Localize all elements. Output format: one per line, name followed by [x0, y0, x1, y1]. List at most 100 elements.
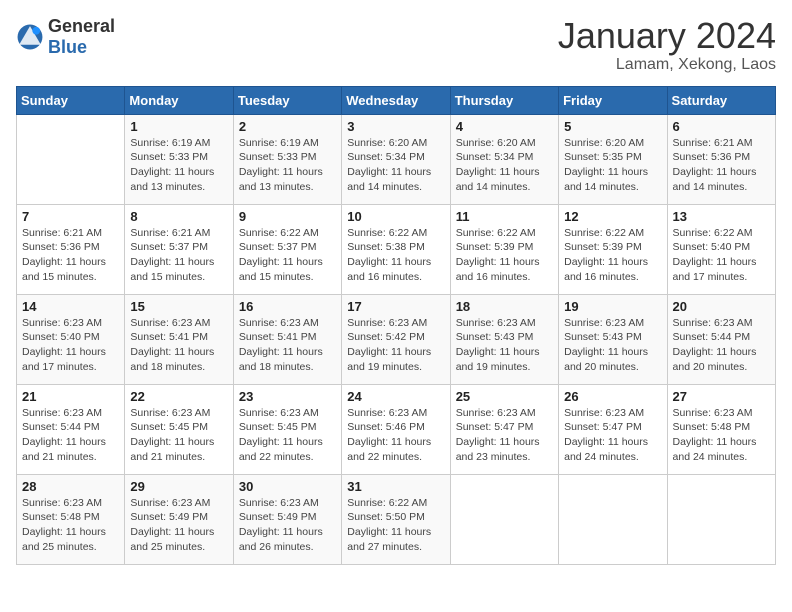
day-info: Sunrise: 6:20 AMSunset: 5:34 PMDaylight:…	[456, 136, 553, 195]
day-info: Sunrise: 6:23 AMSunset: 5:46 PMDaylight:…	[347, 406, 444, 465]
day-number: 17	[347, 299, 444, 314]
day-number: 2	[239, 119, 336, 134]
calendar-cell: 1Sunrise: 6:19 AMSunset: 5:33 PMDaylight…	[125, 114, 233, 204]
header-row: SundayMondayTuesdayWednesdayThursdayFrid…	[17, 86, 776, 114]
calendar-cell: 16 Sunrise: 6:23 AMSunset: 5:41 PMDayligh…	[233, 294, 341, 384]
month-title: January 2024	[558, 16, 776, 56]
day-info: Sunrise: 6:22 AMSunset: 5:37 PMDaylight:…	[239, 226, 336, 285]
day-number: 27	[673, 389, 770, 404]
day-number: 13	[673, 209, 770, 224]
calendar-cell: 26Sunrise: 6:23 AMSunset: 5:47 PMDayligh…	[559, 384, 667, 474]
calendar-cell: 12 Sunrise: 6:22 AMSunset: 5:39 PMDayligh…	[559, 204, 667, 294]
calendar-week-1: 1Sunrise: 6:19 AMSunset: 5:33 PMDaylight…	[17, 114, 776, 204]
day-info: Sunrise: 6:19 AMSunset: 5:33 PMDaylight:…	[239, 136, 336, 195]
header-cell-saturday: Saturday	[667, 86, 775, 114]
day-info: Sunrise: 6:22 AMSunset: 5:39 PMDaylight:…	[564, 226, 661, 285]
calendar-week-2: 7 Sunrise: 6:21 AMSunset: 5:36 PMDaylight…	[17, 204, 776, 294]
day-info: Sunrise: 6:23 AMSunset: 5:44 PMDaylight:…	[673, 316, 770, 375]
day-number: 9	[239, 209, 336, 224]
calendar-cell: 18 Sunrise: 6:23 AMSunset: 5:43 PMDayligh…	[450, 294, 558, 384]
day-info: Sunrise: 6:22 AMSunset: 5:39 PMDaylight:…	[456, 226, 553, 285]
calendar-table: SundayMondayTuesdayWednesdayThursdayFrid…	[16, 86, 776, 565]
day-info: Sunrise: 6:20 AMSunset: 5:35 PMDaylight:…	[564, 136, 661, 195]
calendar-cell: 4 Sunrise: 6:20 AMSunset: 5:34 PMDaylight…	[450, 114, 558, 204]
day-info: Sunrise: 6:23 AMSunset: 5:45 PMDaylight:…	[130, 406, 227, 465]
day-info: Sunrise: 6:23 AMSunset: 5:47 PMDaylight:…	[456, 406, 553, 465]
day-number: 30	[239, 479, 336, 494]
calendar-cell: 7 Sunrise: 6:21 AMSunset: 5:36 PMDaylight…	[17, 204, 125, 294]
calendar-cell: 6 Sunrise: 6:21 AMSunset: 5:36 PMDaylight…	[667, 114, 775, 204]
calendar-cell: 21 Sunrise: 6:23 AMSunset: 5:44 PMDayligh…	[17, 384, 125, 474]
header-cell-wednesday: Wednesday	[342, 86, 450, 114]
day-number: 12	[564, 209, 661, 224]
day-info: Sunrise: 6:20 AMSunset: 5:34 PMDaylight:…	[347, 136, 444, 195]
day-info: Sunrise: 6:21 AMSunset: 5:36 PMDaylight:…	[673, 136, 770, 195]
day-number: 15	[130, 299, 227, 314]
day-info: Sunrise: 6:23 AMSunset: 5:43 PMDaylight:…	[564, 316, 661, 375]
header-cell-thursday: Thursday	[450, 86, 558, 114]
day-number: 29	[130, 479, 227, 494]
day-number: 21	[22, 389, 119, 404]
calendar-cell: 2 Sunrise: 6:19 AMSunset: 5:33 PMDaylight…	[233, 114, 341, 204]
calendar-cell: 28Sunrise: 6:23 AMSunset: 5:48 PMDayligh…	[17, 474, 125, 564]
day-number: 8	[130, 209, 227, 224]
day-number: 11	[456, 209, 553, 224]
day-number: 22	[130, 389, 227, 404]
day-number: 3	[347, 119, 444, 134]
calendar-cell: 11 Sunrise: 6:22 AMSunset: 5:39 PMDayligh…	[450, 204, 558, 294]
day-info: Sunrise: 6:23 AMSunset: 5:44 PMDaylight:…	[22, 406, 119, 465]
calendar-cell: 5 Sunrise: 6:20 AMSunset: 5:35 PMDaylight…	[559, 114, 667, 204]
day-info: Sunrise: 6:23 AMSunset: 5:41 PMDaylight:…	[239, 316, 336, 375]
day-info: Sunrise: 6:23 AMSunset: 5:42 PMDaylight:…	[347, 316, 444, 375]
calendar-cell	[450, 474, 558, 564]
day-info: Sunrise: 6:23 AMSunset: 5:47 PMDaylight:…	[564, 406, 661, 465]
calendar-cell: 22 Sunrise: 6:23 AMSunset: 5:45 PMDayligh…	[125, 384, 233, 474]
calendar-cell: 17 Sunrise: 6:23 AMSunset: 5:42 PMDayligh…	[342, 294, 450, 384]
day-info: Sunrise: 6:23 AMSunset: 5:49 PMDaylight:…	[130, 496, 227, 555]
calendar-cell	[17, 114, 125, 204]
day-number: 18	[456, 299, 553, 314]
header-cell-monday: Monday	[125, 86, 233, 114]
calendar-cell: 29 Sunrise: 6:23 AMSunset: 5:49 PMDayligh…	[125, 474, 233, 564]
title-block: January 2024 Lamam, Xekong, Laos	[558, 16, 776, 74]
day-number: 16	[239, 299, 336, 314]
day-info: Sunrise: 6:23 AMSunset: 5:49 PMDaylight:…	[239, 496, 336, 555]
day-info: Sunrise: 6:23 AMSunset: 5:45 PMDaylight:…	[239, 406, 336, 465]
calendar-cell: 13 Sunrise: 6:22 AMSunset: 5:40 PMDayligh…	[667, 204, 775, 294]
calendar-cell: 9 Sunrise: 6:22 AMSunset: 5:37 PMDaylight…	[233, 204, 341, 294]
calendar-cell: 19 Sunrise: 6:23 AMSunset: 5:43 PMDayligh…	[559, 294, 667, 384]
day-number: 20	[673, 299, 770, 314]
calendar-cell: 27 Sunrise: 6:23 AMSunset: 5:48 PMDayligh…	[667, 384, 775, 474]
day-number: 6	[673, 119, 770, 134]
calendar-cell: 23Sunrise: 6:23 AMSunset: 5:45 PMDayligh…	[233, 384, 341, 474]
day-number: 10	[347, 209, 444, 224]
calendar-cell: 10 Sunrise: 6:22 AMSunset: 5:38 PMDayligh…	[342, 204, 450, 294]
day-info: Sunrise: 6:22 AMSunset: 5:40 PMDaylight:…	[673, 226, 770, 285]
calendar-cell: 25 Sunrise: 6:23 AMSunset: 5:47 PMDayligh…	[450, 384, 558, 474]
day-info: Sunrise: 6:23 AMSunset: 5:48 PMDaylight:…	[673, 406, 770, 465]
location-title: Lamam, Xekong, Laos	[558, 56, 776, 74]
calendar-cell: 8Sunrise: 6:21 AMSunset: 5:37 PMDaylight…	[125, 204, 233, 294]
day-number: 24	[347, 389, 444, 404]
header-cell-sunday: Sunday	[17, 86, 125, 114]
logo-icon	[16, 23, 44, 51]
calendar-cell	[667, 474, 775, 564]
logo-text: General Blue	[48, 16, 115, 58]
day-info: Sunrise: 6:23 AMSunset: 5:40 PMDaylight:…	[22, 316, 119, 375]
day-number: 25	[456, 389, 553, 404]
calendar-week-4: 21 Sunrise: 6:23 AMSunset: 5:44 PMDayligh…	[17, 384, 776, 474]
logo-general: General	[48, 16, 115, 36]
day-info: Sunrise: 6:23 AMSunset: 5:43 PMDaylight:…	[456, 316, 553, 375]
header-cell-tuesday: Tuesday	[233, 86, 341, 114]
header-cell-friday: Friday	[559, 86, 667, 114]
day-number: 5	[564, 119, 661, 134]
calendar-cell: 3 Sunrise: 6:20 AMSunset: 5:34 PMDaylight…	[342, 114, 450, 204]
day-info: Sunrise: 6:21 AMSunset: 5:36 PMDaylight:…	[22, 226, 119, 285]
day-number: 4	[456, 119, 553, 134]
calendar-week-5: 28Sunrise: 6:23 AMSunset: 5:48 PMDayligh…	[17, 474, 776, 564]
day-number: 31	[347, 479, 444, 494]
day-info: Sunrise: 6:22 AMSunset: 5:50 PMDaylight:…	[347, 496, 444, 555]
day-info: Sunrise: 6:22 AMSunset: 5:38 PMDaylight:…	[347, 226, 444, 285]
day-number: 19	[564, 299, 661, 314]
day-number: 7	[22, 209, 119, 224]
